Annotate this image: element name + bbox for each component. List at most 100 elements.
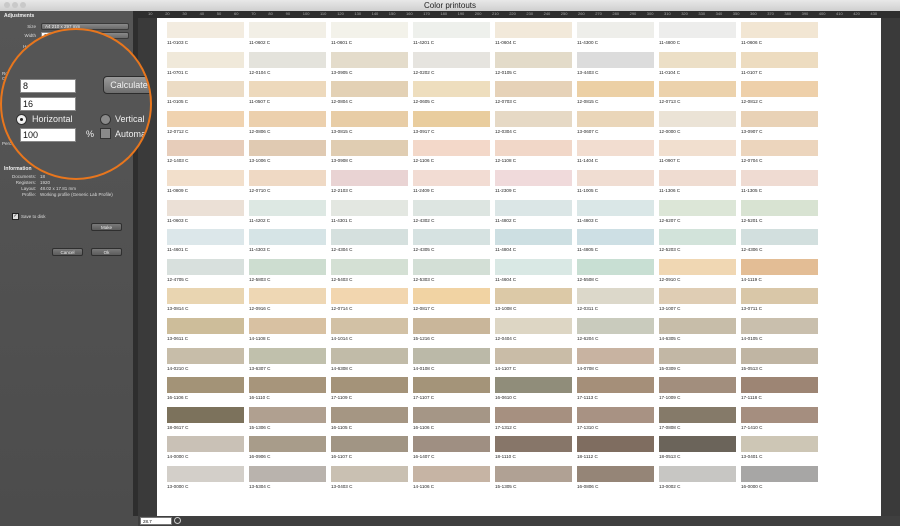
ruler-tick: 160 xyxy=(406,11,413,16)
ruler-tick: 300 xyxy=(646,11,654,16)
ruler-tick: 190 xyxy=(457,11,465,16)
minimize-window-icon[interactable] xyxy=(12,2,18,8)
swatch-label: 11-0104 C xyxy=(659,69,681,75)
swatch-label: 12-0710 C xyxy=(249,188,271,193)
color-swatch xyxy=(659,436,736,453)
swatch-label: 12-4306 C xyxy=(741,247,763,253)
color-swatch xyxy=(495,81,572,98)
color-swatch xyxy=(577,288,654,305)
vertical-radio[interactable] xyxy=(100,114,111,125)
swatch-label: 12-1108 C xyxy=(495,158,517,164)
swatch-label: 11-0603 C xyxy=(167,217,189,223)
close-window-icon[interactable] xyxy=(4,2,10,8)
rows-field[interactable]: 16 xyxy=(20,97,76,111)
swatch-label: 12-5803 C xyxy=(249,276,271,282)
ruler-tick: 40 xyxy=(199,11,205,16)
color-swatch xyxy=(413,81,490,98)
color-swatch xyxy=(249,229,326,246)
color-swatch xyxy=(413,436,490,453)
color-swatch xyxy=(167,406,244,423)
color-swatch xyxy=(741,258,818,275)
swatch-label: 12-0202 C xyxy=(413,69,435,75)
information-title: Information xyxy=(4,166,32,172)
swatch-label: 13-0711 C xyxy=(741,306,763,312)
swatch-label: 14-1014 C xyxy=(331,336,353,341)
color-swatch xyxy=(331,51,408,68)
swatch-label: 12-0703 C xyxy=(495,99,517,105)
color-swatch xyxy=(413,199,490,216)
ruler-tick: 170 xyxy=(423,11,430,16)
swatch-label: 16-1110 C xyxy=(249,395,270,401)
color-swatch xyxy=(167,51,244,68)
color-swatch xyxy=(167,199,244,216)
zoom-window-icon[interactable] xyxy=(20,2,26,8)
swatch-label: 16-1407 C xyxy=(413,454,435,460)
documents-value: 18 xyxy=(40,174,46,179)
color-swatch xyxy=(167,436,244,453)
color-swatch xyxy=(413,22,490,38)
swatch-label: 11-4303 C xyxy=(249,247,271,253)
swatch-label: 12-0714 C xyxy=(331,306,353,312)
color-swatch xyxy=(577,170,654,186)
horizontal-radio[interactable] xyxy=(16,114,27,125)
percent-field[interactable]: 100 xyxy=(20,128,76,142)
ruler-tick: 380 xyxy=(784,11,792,16)
ruler-tick: 110 xyxy=(320,11,327,16)
ruler-tick: 180 xyxy=(440,11,448,16)
swatch-label: 12-1403 C xyxy=(167,158,189,164)
color-swatch xyxy=(495,466,572,482)
swatch-label: 17-1009 C xyxy=(659,395,681,401)
swatch-label: 12-6204 C xyxy=(577,336,599,341)
ruler-tick: 370 xyxy=(767,11,774,16)
ruler-tick: 130 xyxy=(354,11,362,16)
swatch-label: 16-1106 C xyxy=(167,395,189,401)
save-to-disk-checkbox[interactable]: ✓ xyxy=(12,213,19,220)
color-swatch xyxy=(331,466,408,482)
color-swatch xyxy=(413,258,490,275)
magnifier-overlay: 8 16 Calculate Horizontal Vertical 100 %… xyxy=(0,28,152,180)
color-swatch xyxy=(495,258,572,275)
color-swatch xyxy=(495,406,572,423)
ruler-tick: 10 xyxy=(148,11,153,16)
color-swatch xyxy=(413,229,490,246)
registers-label: Registers: xyxy=(15,180,36,185)
color-swatch xyxy=(331,140,408,157)
ok-button[interactable]: Ok xyxy=(91,248,122,256)
color-swatch xyxy=(413,318,490,334)
swatch-label: 13-4403 C xyxy=(577,69,599,75)
calculate-button[interactable]: Calculate xyxy=(103,76,150,94)
swatch-label: 12-0304 C xyxy=(495,128,517,134)
swatch-label: 11-4800 C xyxy=(659,40,681,45)
swatch-label: 12-6207 C xyxy=(659,217,681,223)
profile-label: Profile: xyxy=(21,192,36,197)
color-swatch xyxy=(577,318,654,334)
color-swatch xyxy=(249,81,326,98)
color-swatch xyxy=(413,406,490,423)
automatic-checkbox[interactable] xyxy=(100,128,111,139)
color-swatch xyxy=(331,288,408,305)
swatch-label: 13-0401 C xyxy=(741,454,763,460)
zoom-field[interactable]: 28.7 xyxy=(140,517,172,525)
color-swatch xyxy=(659,229,736,246)
swatch-label: 11-4804 C xyxy=(495,247,517,253)
ruler-tick: 90 xyxy=(285,11,291,16)
adjustments-title: Adjustments xyxy=(4,13,35,19)
make-button[interactable]: Make xyxy=(91,223,122,231)
ruler-tick: 200 xyxy=(474,11,482,16)
swatch-label: 11-0604 C xyxy=(495,40,517,45)
color-swatch xyxy=(249,318,326,334)
swatch-label: 11-4300 C xyxy=(577,40,599,45)
swatch-label: 12-4302 C xyxy=(413,217,435,223)
color-swatch xyxy=(741,318,818,334)
ruler-tick: 220 xyxy=(509,11,516,16)
layout-label: Layout: xyxy=(21,186,36,191)
zoom-magnifier-icon[interactable] xyxy=(174,517,181,524)
columns-field[interactable]: 8 xyxy=(20,79,76,93)
color-swatch xyxy=(167,170,244,186)
swatch-label: 12-5303 C xyxy=(413,276,435,282)
color-swatch xyxy=(577,110,654,127)
color-swatch xyxy=(413,170,490,186)
cancel-button[interactable]: Cancel xyxy=(52,248,83,256)
color-swatch xyxy=(249,22,326,38)
ruler-tick: 80 xyxy=(268,11,273,16)
